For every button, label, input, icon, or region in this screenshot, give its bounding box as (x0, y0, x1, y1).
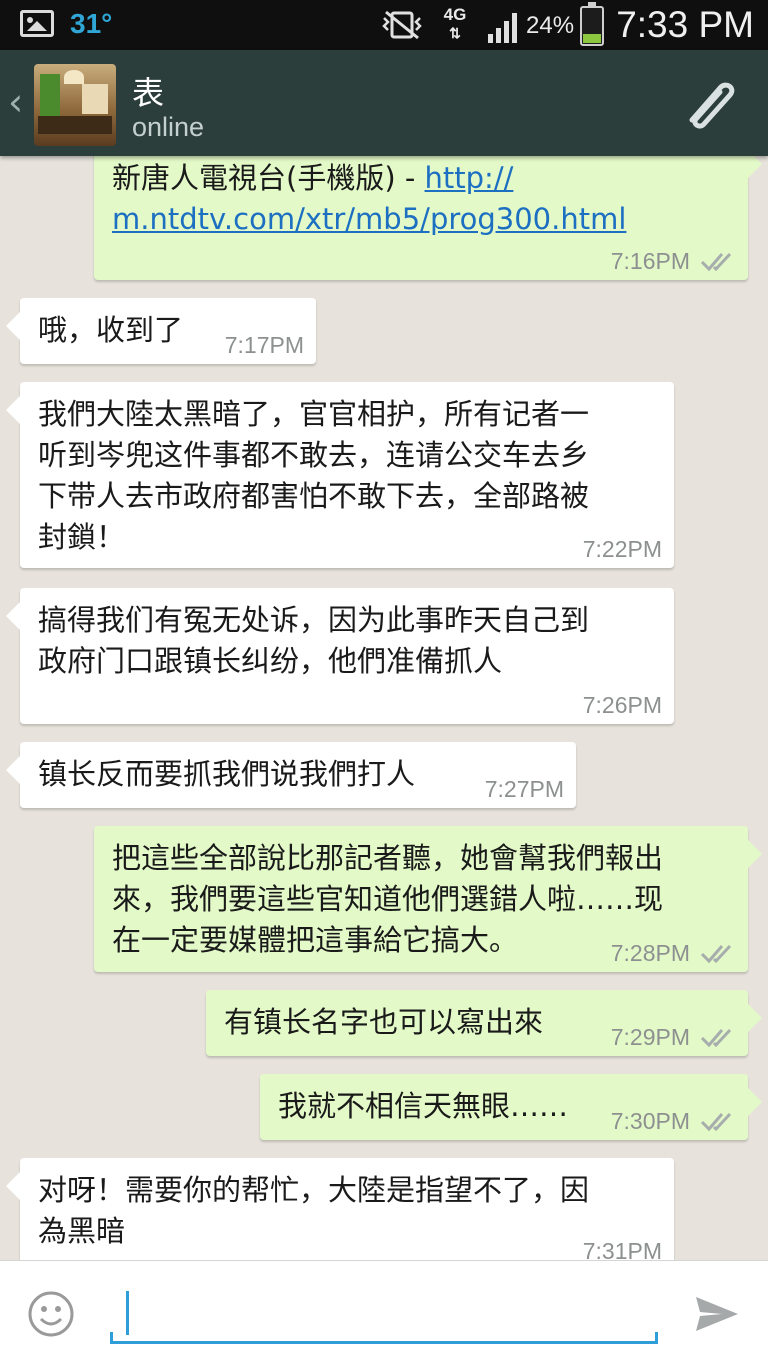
battery-icon (580, 2, 604, 46)
message-time: 7:16PM (610, 248, 690, 274)
weather-temperature: 31° (70, 8, 113, 39)
gallery-notification-icon (20, 10, 54, 37)
text-caret (126, 1291, 129, 1335)
double-check-icon (700, 1028, 732, 1048)
double-check-icon (700, 252, 732, 272)
message-bubble-incoming[interactable]: 我們大陸太黑暗了，官官相护，所有记者一 听到岑兜这件事都不敢去，连请公交车去乡 … (6, 382, 674, 568)
contact-status: online (132, 112, 205, 142)
message-meta: 7:22PM (583, 536, 662, 562)
battery-level-fill (583, 34, 601, 43)
message-meta: 7:27PM (485, 776, 564, 802)
network-type-indicator: 4G ⇅ (438, 6, 472, 42)
send-icon[interactable] (692, 1289, 742, 1339)
vibrate-muted-icon (382, 10, 422, 40)
message-meta: 7:31PM (583, 1238, 662, 1260)
message-text: 有镇长名字也可以寫出來 (224, 1005, 544, 1039)
message-text: 我就不相信天無眼…… (278, 1089, 569, 1123)
contact-name[interactable]: 表 (132, 68, 164, 114)
message-text: 新唐人電視台(手機版) - http:// m.ntdtv.com/xtr/mb… (112, 158, 626, 240)
message-bubble-outgoing[interactable]: 把這些全部說比那記者聽，她會幫我們報出 來，我們要這些官知道他們選錯人啦……现 … (94, 826, 762, 972)
compose-bar (0, 1260, 768, 1365)
message-bubble-outgoing[interactable]: 有镇长名字也可以寫出來 7:29PM (206, 990, 762, 1056)
message-meta: 7:26PM (583, 692, 662, 718)
message-input[interactable] (110, 1281, 658, 1343)
message-meta: 7:16PM (611, 248, 736, 274)
message-time: 7:30PM (610, 1108, 690, 1134)
message-text: 哦，收到了 (38, 313, 184, 347)
message-input-underline (110, 1332, 658, 1344)
network-type-label: 4G (443, 5, 467, 24)
chevron-left-icon[interactable]: ‹ (8, 80, 23, 124)
message-text: 我們大陸太黑暗了，官官相护，所有记者一 听到岑兜这件事都不敢去，连请公交车去乡 … (38, 397, 590, 554)
message-meta: 7:17PM (225, 332, 304, 358)
message-text: 对呀！需要你的帮忙，大陸是指望不了，因 為黑暗 (38, 1173, 590, 1248)
message-list[interactable]: 新唐人電視台(手機版) - http:// m.ntdtv.com/xtr/mb… (0, 156, 768, 1260)
message-text-plain: 新唐人電視台(手機版) - (112, 161, 425, 195)
message-time: 7:22PM (582, 536, 662, 562)
message-meta: 7:29PM (611, 1024, 736, 1050)
message-bubble-outgoing[interactable]: 我就不相信天無眼…… 7:30PM (260, 1074, 762, 1140)
message-text: 把這些全部說比那記者聽，她會幫我們報出 來，我們要這些官知道他們選錯人啦……现 … (112, 841, 664, 957)
message-time: 7:29PM (610, 1024, 690, 1050)
status-bar: 31° 4G ⇅ 24% 7:33 PM (0, 0, 768, 50)
battery-percentage: 24% (526, 12, 575, 39)
message-time: 7:28PM (610, 940, 690, 966)
signal-strength-icon (488, 13, 517, 43)
data-arrows-icon: ⇅ (449, 25, 461, 41)
message-bubble-incoming[interactable]: 对呀！需要你的帮忙，大陸是指望不了，因 為黑暗 7:31PM (6, 1158, 674, 1260)
clock: 7:33 PM (616, 4, 754, 45)
double-check-icon (700, 944, 732, 964)
message-bubble-incoming[interactable]: 镇长反而要抓我們说我們打人 7:27PM (6, 742, 576, 808)
message-text: 镇长反而要抓我們说我們打人 (38, 757, 416, 791)
message-meta: 7:30PM (611, 1108, 736, 1134)
conversation-header: ‹ 表 online (0, 50, 768, 156)
message-time: 7:17PM (224, 332, 304, 358)
message-text: 搞得我们有冤无处诉，因为此事昨天自己到 政府门口跟镇长纠纷，他們准備抓人 (38, 603, 590, 678)
message-bubble-outgoing[interactable]: 新唐人電視台(手機版) - http:// m.ntdtv.com/xtr/mb… (94, 156, 762, 280)
message-time: 7:27PM (484, 776, 564, 802)
message-bubble-incoming[interactable]: 哦，收到了 7:17PM (6, 298, 316, 364)
contact-avatar[interactable] (34, 64, 116, 146)
double-check-icon (700, 1112, 732, 1132)
paperclip-icon[interactable] (678, 74, 742, 134)
message-meta: 7:28PM (611, 940, 736, 966)
smiley-icon[interactable] (26, 1289, 76, 1339)
message-bubble-incoming[interactable]: 搞得我们有冤无处诉，因为此事昨天自己到 政府门口跟镇长纠纷，他們准備抓人 7:2… (6, 588, 674, 724)
message-time: 7:31PM (582, 1238, 662, 1260)
message-time: 7:26PM (582, 692, 662, 718)
